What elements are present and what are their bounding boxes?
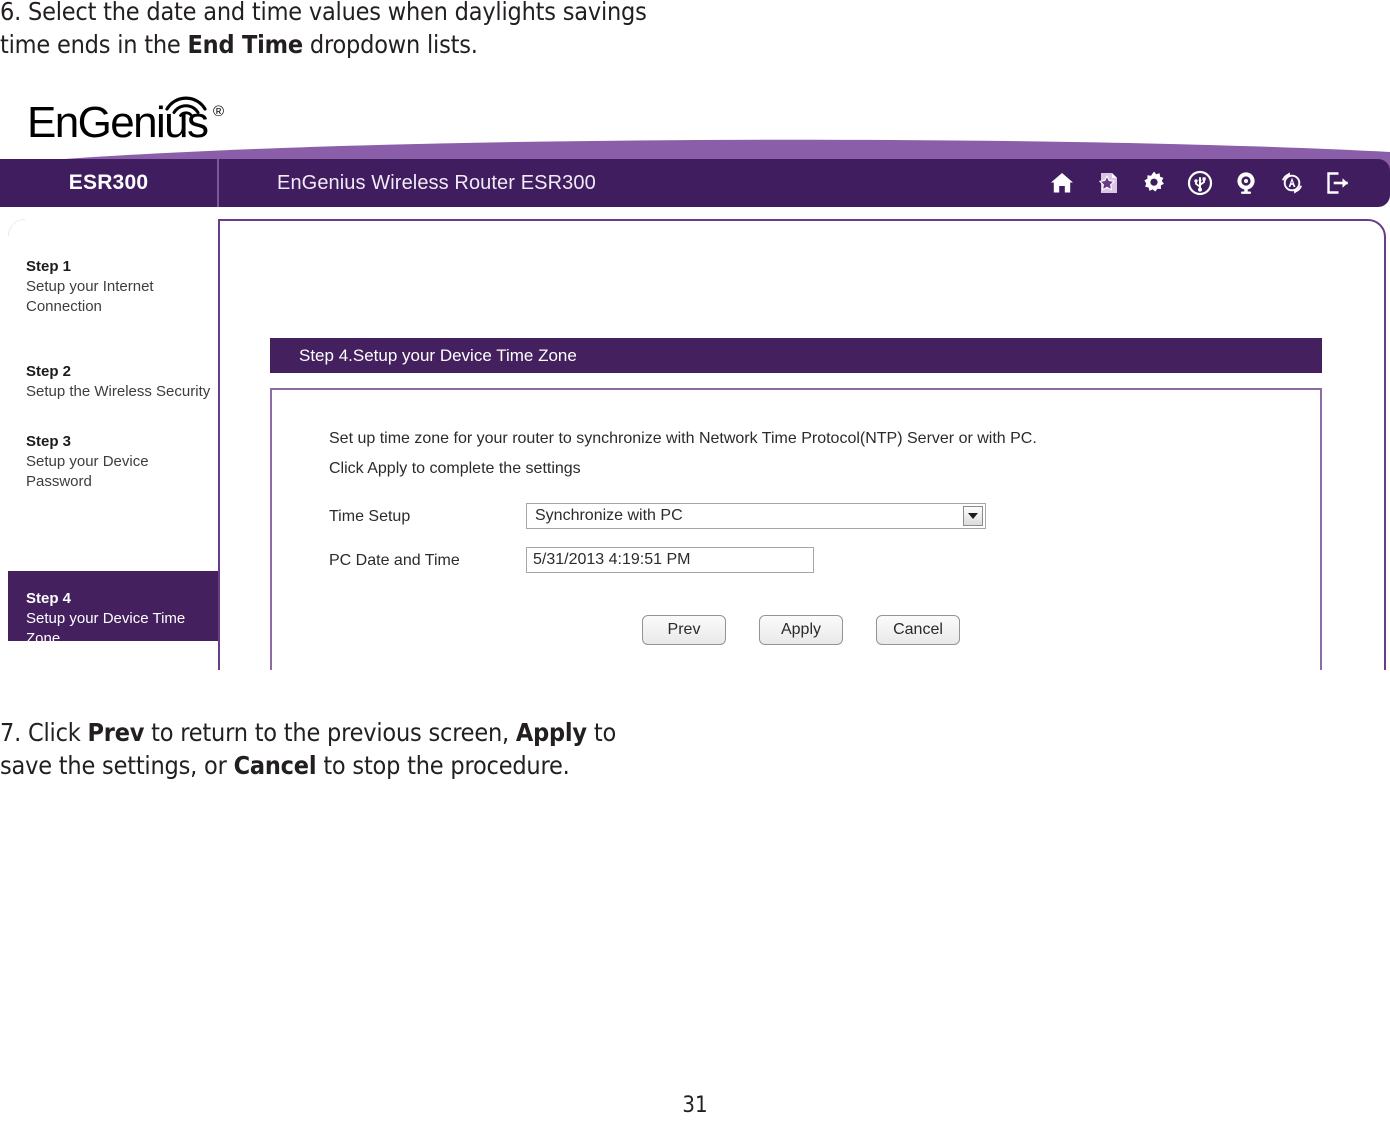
wifi-arcs-icon bbox=[165, 96, 207, 117]
wizard-icon[interactable] bbox=[1094, 169, 1122, 197]
step7-text-pre: 7. Click bbox=[0, 718, 88, 747]
usb-icon[interactable] bbox=[1186, 169, 1214, 197]
sidebar-step-2-title: Step 2 bbox=[26, 363, 72, 380]
step7-bold-apply: Apply bbox=[515, 718, 587, 747]
sidebar-step-2-desc: Setup the Wireless Security bbox=[26, 383, 211, 400]
form-button-row: Prev Apply Cancel bbox=[642, 615, 960, 645]
form-description-line-1: Set up time zone for your router to sync… bbox=[329, 430, 1037, 447]
step7-bold-cancel: Cancel bbox=[233, 751, 317, 780]
sidebar-step-3-title: Step 3 bbox=[26, 433, 72, 450]
router-ui-screenshot: EnGenius ® ESR300 EnGenius Wireless Rout… bbox=[0, 78, 1390, 670]
panel-header: Step 4.Setup your Device Time Zone bbox=[270, 338, 1322, 373]
chevron-down-icon[interactable] bbox=[963, 506, 983, 526]
sidebar-step-4-desc: Setup your Device Time Zone bbox=[26, 610, 186, 647]
pc-date-time-input[interactable] bbox=[526, 547, 814, 573]
sidebar-item-step-1[interactable]: Step 1 Setup your Internet Connection bbox=[8, 239, 218, 335]
router-navbar: ESR300 EnGenius Wireless Router ESR300 bbox=[0, 159, 1390, 207]
sidebar-step-1-title: Step 1 bbox=[26, 258, 72, 275]
step6-bold-end-time: End Time bbox=[187, 30, 304, 59]
form-description-line-2: Click Apply to complete the settings bbox=[329, 460, 581, 477]
router-model-label: ESR300 bbox=[0, 159, 219, 207]
sidebar-item-step-3[interactable]: Step 3 Setup your Device Password bbox=[8, 414, 218, 510]
home-icon[interactable] bbox=[1048, 169, 1076, 197]
time-zone-form: Set up time zone for your router to sync… bbox=[270, 388, 1322, 670]
network-icon[interactable] bbox=[1232, 169, 1260, 197]
pc-date-time-label: PC Date and Time bbox=[329, 552, 460, 569]
sidebar-step-3-desc: Setup your Device Password bbox=[26, 453, 149, 490]
apply-button[interactable]: Apply bbox=[759, 615, 843, 645]
time-setup-select[interactable]: Synchronize with PC bbox=[526, 503, 986, 529]
wizard-main-pane: Step 4.Setup your Device Time Zone Set u… bbox=[222, 219, 1386, 670]
sidebar-step-1-desc: Setup your Internet Connection bbox=[26, 278, 154, 315]
page-number: 31 bbox=[682, 1093, 708, 1118]
wizard-sidebar: Step 1 Setup your Internet Connection St… bbox=[8, 219, 220, 670]
step7-text-mid-1: to return to the previous screen, bbox=[144, 718, 516, 747]
instruction-step-7: 7. Click Prev to return to the previous … bbox=[0, 716, 900, 782]
instruction-step-6: 6. Select the date and time values when … bbox=[0, 0, 900, 61]
sidebar-item-step-2[interactable]: Step 2 Setup the Wireless Security bbox=[8, 344, 218, 420]
prev-button[interactable]: Prev bbox=[642, 615, 726, 645]
time-setup-row: Time Setup Synchronize with PC bbox=[329, 503, 1029, 531]
navbar-icon-group bbox=[1048, 168, 1352, 198]
logo-band: EnGenius ® bbox=[0, 78, 1390, 160]
time-setup-selected-value: Synchronize with PC bbox=[535, 507, 683, 524]
step6-text-post: dropdown lists. bbox=[302, 30, 478, 59]
registered-mark: ® bbox=[213, 103, 225, 120]
cancel-button[interactable]: Cancel bbox=[876, 615, 960, 645]
sidebar-item-step-5[interactable]: Step 5 Setup your Status and Save Settin… bbox=[8, 656, 218, 670]
step7-text-post: to stop the procedure. bbox=[316, 751, 570, 780]
pc-date-time-row: PC Date and Time bbox=[329, 547, 1029, 575]
sidebar-item-step-4[interactable]: Step 4 Setup your Device Time Zone bbox=[8, 571, 218, 647]
gear-icon[interactable] bbox=[1140, 169, 1168, 197]
engenius-logo: EnGenius ® bbox=[27, 91, 247, 149]
auto-refresh-icon[interactable] bbox=[1278, 169, 1306, 197]
sidebar-step-4-title: Step 4 bbox=[26, 590, 72, 607]
step7-bold-prev: Prev bbox=[87, 718, 145, 747]
logout-icon[interactable] bbox=[1324, 169, 1352, 197]
time-setup-label: Time Setup bbox=[329, 508, 411, 525]
router-title: EnGenius Wireless Router ESR300 bbox=[277, 172, 596, 194]
